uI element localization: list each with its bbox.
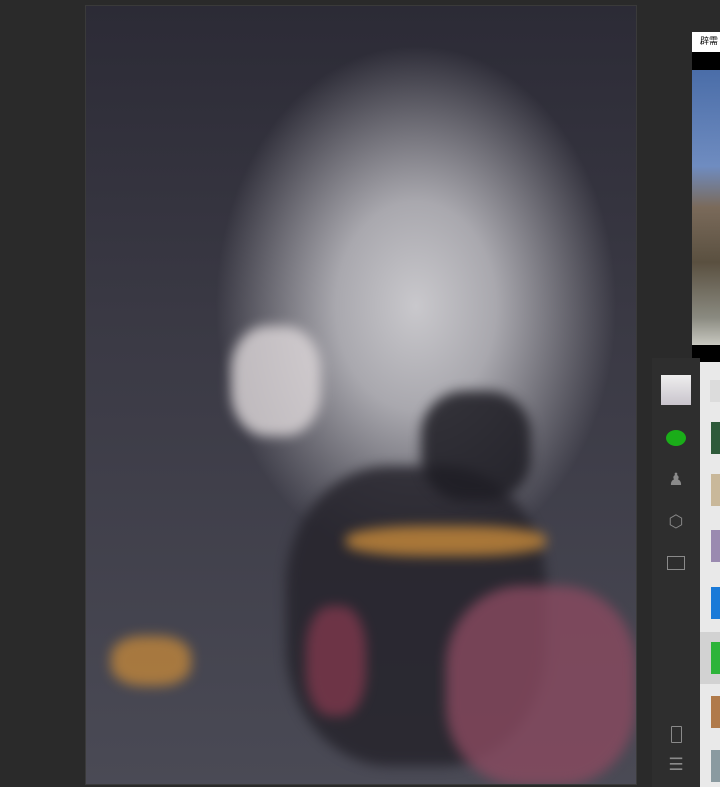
search-input[interactable]: [710, 380, 720, 402]
chat-list: [700, 362, 720, 787]
chat-icon[interactable]: [664, 426, 688, 450]
robe-pink: [446, 586, 636, 784]
list-item-selected[interactable]: [700, 632, 720, 684]
photo-preview-window[interactable]: 辟需: [692, 32, 720, 362]
artwork-canvas[interactable]: [85, 5, 637, 785]
robe-pink-2: [306, 606, 366, 716]
list-item[interactable]: [711, 422, 720, 454]
list-item[interactable]: [711, 750, 720, 782]
list-item[interactable]: [711, 587, 720, 619]
list-item[interactable]: [711, 696, 720, 728]
armor-gold-left: [111, 636, 191, 686]
armor-gold: [346, 526, 546, 556]
photo-image: [692, 70, 720, 345]
phone-icon[interactable]: [664, 722, 688, 746]
desktop: 辟需 ♟ ⬡ ☰: [0, 0, 720, 787]
shoulder-dark: [421, 391, 531, 501]
avatar[interactable]: [661, 375, 691, 405]
contacts-icon[interactable]: ♟: [664, 468, 688, 492]
menu-icon[interactable]: ☰: [664, 753, 688, 777]
favorites-icon[interactable]: ⬡: [664, 510, 688, 534]
list-item[interactable]: [711, 474, 720, 506]
photo-preview-title: 辟需: [692, 32, 720, 52]
chat-app-sidebar: ♟ ⬡ ☰: [652, 358, 700, 787]
list-item[interactable]: [711, 530, 720, 562]
face: [231, 326, 321, 436]
files-icon[interactable]: [664, 551, 688, 575]
